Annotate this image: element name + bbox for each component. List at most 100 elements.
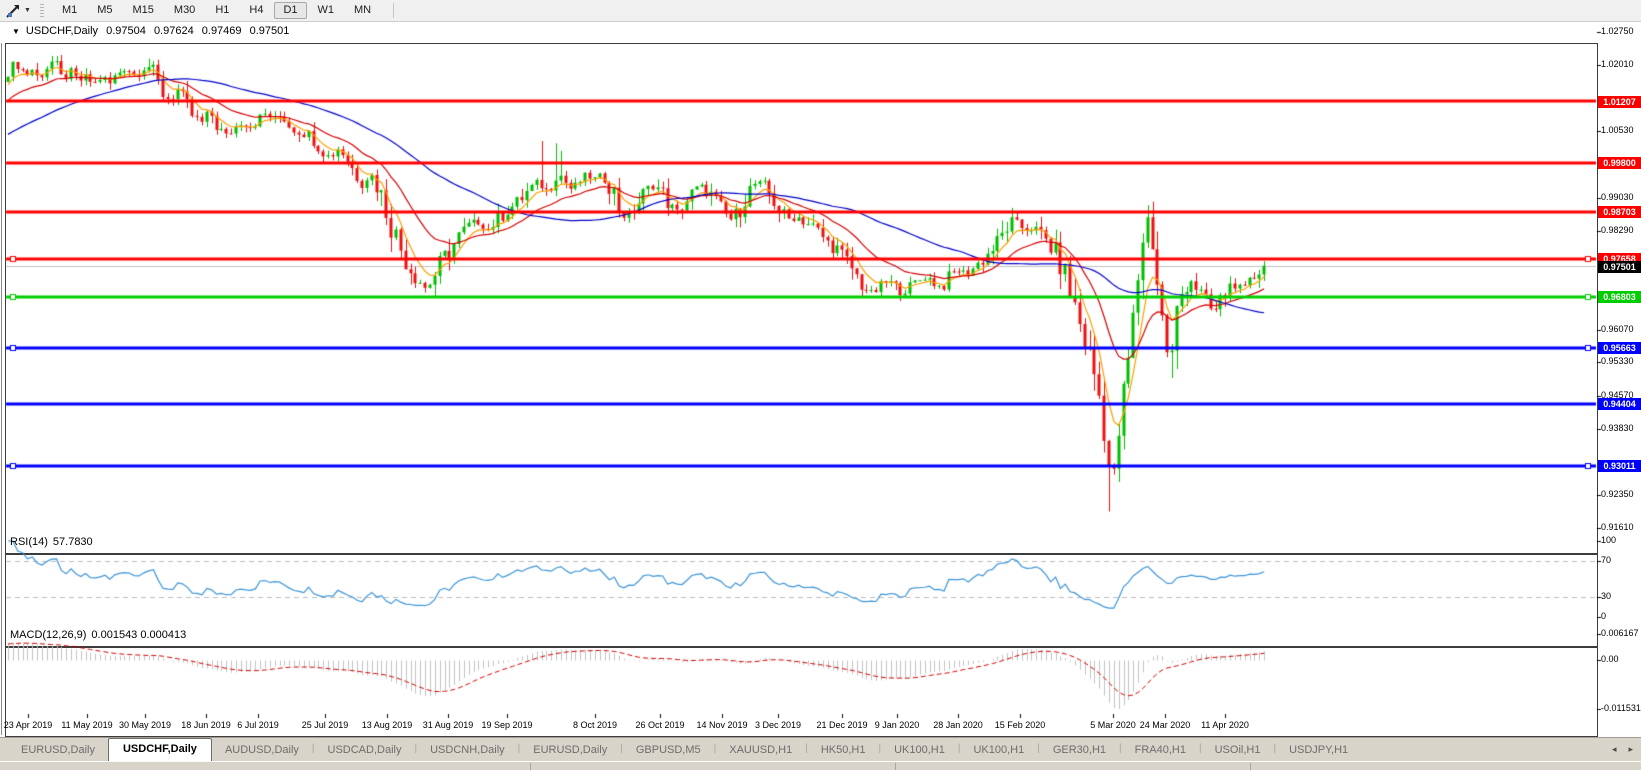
price-line-badge: 0.93011 [1598,460,1641,472]
price-line-badge: 0.98703 [1598,206,1641,218]
date-axis-label: 31 Aug 2019 [422,720,474,730]
date-axis-label: 25 Jul 2019 [301,720,349,730]
date-axis-label: 23 Apr 2019 [3,720,53,730]
rsi-value: 57.7830 [52,536,93,548]
macd-axis-label: -0.011531 [1601,703,1641,713]
date-axis-label: 8 Oct 2019 [572,720,618,730]
tab-scroll-right-icon[interactable]: ▸ [1628,744,1633,755]
chart-tab-xauusd-h1[interactable]: XAUUSD,H1 [716,740,805,761]
symbol-period-label: USDCHF,Daily [25,25,99,37]
chart-tab-bar: EURUSD,Daily USDCHF,Daily AUDUSD,Daily | USD… [0,737,1641,761]
price-axis-label: 0.91610 [1601,522,1634,532]
rsi-axis-label: 30 [1601,591,1612,601]
timeframe-button-d1[interactable]: D1 [274,2,307,19]
price-axis-label: 0.95330 [1601,356,1634,366]
chart-tab-usoil-h1[interactable]: USOil,H1 [1202,740,1274,761]
timeframe-button-h1[interactable]: H1 [206,2,238,19]
date-axis-label: 28 Jan 2020 [933,720,983,730]
ohlc-high: 0.97624 [153,25,194,37]
price-axis-label: 0.98290 [1601,225,1634,235]
top-toolbar: ▼ M1 M5 M15 M30 H1 H4 D1 W1 MN [0,0,1641,22]
toolbar-separator [393,3,395,18]
price-axis-label: 0.93830 [1601,423,1634,433]
date-axis-label: 11 Apr 2020 [1201,720,1249,730]
status-bar [0,761,1641,770]
timeframe-button-group: M1 M5 M15 M30 H1 H4 D1 W1 MN [52,2,381,19]
mt4-window: ▼ M1 M5 M15 M30 H1 H4 D1 W1 MN ▼ USDCHF,Daily 0.9… [0,0,1641,770]
chart-cursor-glyph [6,4,19,18]
timeframe-button-m15[interactable]: M15 [124,2,163,19]
price-axis-label: 1.02750 [1601,26,1634,36]
chart-tab-gbpusd-m5[interactable]: GBPUSD,M5 [623,740,714,761]
price-axis-label: 0.92350 [1601,489,1634,499]
chart-client-area [0,21,1641,770]
chart-tab-fra40-h1[interactable]: FRA40,H1 [1122,740,1199,761]
timeframe-button-m1[interactable]: M1 [53,2,86,19]
macd-label: MACD(12,26,9) 0.001543 0.000413 [10,629,191,641]
timeframe-button-w1[interactable]: W1 [309,2,344,19]
price-line-badge: 0.99800 [1598,157,1641,169]
tab-scroll-arrows: ◂ ▸ [1612,744,1633,755]
timeframe-button-h4[interactable]: H4 [240,2,272,19]
chart-title: ▼ USDCHF,Daily 0.97504 0.97624 0.97469 0.… [12,25,289,37]
macd-axis-label: 0.006167 [1601,628,1639,638]
date-axis-label: 6 Jul 2019 [237,720,279,730]
date-axis-label: 24 Mar 2020 [1139,720,1191,730]
rsi-axis-label: 0 [1601,611,1607,621]
rsi-name: RSI(14) [10,536,48,548]
date-axis-label: 14 Nov 2019 [696,720,748,730]
chart-tab-usdcnh-daily[interactable]: USDCNH,Daily [417,740,518,761]
main-chart-panel[interactable] [5,43,1598,554]
toolbar-grip[interactable] [39,3,44,18]
price-line-badge: 0.95663 [1598,342,1641,354]
price-line-badge: 0.96803 [1598,291,1641,303]
chart-tab-usdcad-daily[interactable]: USDCAD,Daily [315,740,415,761]
price-axis-label: 1.00530 [1601,125,1634,135]
chart-cursor-icon[interactable]: ▼ [4,3,33,19]
ohlc-low: 0.97469 [201,25,242,37]
date-axis-label: 30 May 2019 [118,720,172,730]
status-bar-separator [895,763,896,770]
price-axis-label: 1.02010 [1601,59,1634,69]
caret-down-icon: ▼ [24,7,31,14]
rsi-label: RSI(14) 57.7830 [10,536,98,548]
timeframe-button-m30[interactable]: M30 [165,2,204,19]
ohlc-open: 0.97504 [106,25,146,37]
window-left-edge [1,43,2,735]
caret-down-icon[interactable]: ▼ [12,27,20,36]
date-axis-label: 26 Oct 2019 [635,720,685,730]
chart-tab-hk50-h1[interactable]: HK50,H1 [808,740,879,761]
date-axis-label: 21 Dec 2019 [816,720,868,730]
chart-tab-usdchf-daily[interactable]: USDCHF,Daily [107,738,212,761]
price-axis-label: 0.96070 [1601,324,1634,334]
macd-name: MACD(12,26,9) [10,629,87,641]
price-line-badge: 0.94404 [1598,398,1641,410]
macd-axis-label: 0.00 [1601,654,1619,664]
rsi-axis-label: 100 [1601,535,1617,545]
status-bar-separator [1250,763,1251,770]
chart-tab-eurusd-daily[interactable]: EURUSD,Daily [8,740,108,761]
date-axis-label: 18 Jun 2019 [181,720,231,730]
date-axis-label: 15 Feb 2020 [994,720,1046,730]
tab-scroll-left-icon[interactable]: ◂ [1612,744,1617,755]
rsi-axis-label: 70 [1601,555,1612,565]
date-axis-label: 9 Jan 2020 [874,720,920,730]
chart-tab-audusd-daily[interactable]: AUDUSD,Daily [212,740,312,761]
chart-tab-uk100-h1[interactable]: UK100,H1 [960,740,1037,761]
date-axis-label: 11 May 2019 [61,720,113,730]
macd-values: 0.001543 0.000413 [91,629,187,641]
chart-tab-uk100-h1[interactable]: UK100,H1 [881,740,958,761]
chart-tab-ger30-h1[interactable]: GER30,H1 [1040,740,1119,761]
date-axis-label: 3 Dec 2019 [754,720,802,730]
timeframe-button-m5[interactable]: M5 [88,2,121,19]
date-axis-label: 13 Aug 2019 [361,720,413,730]
price-axis-label: 0.99030 [1601,192,1634,202]
status-bar-separator [530,763,531,770]
chart-tab-eurusd-daily[interactable]: EURUSD,Daily [520,740,620,761]
timeframe-button-mn[interactable]: MN [345,2,380,19]
price-line-badge: 0.97501 [1598,261,1641,273]
rsi-panel[interactable] [5,554,1598,647]
price-line-badge: 1.01207 [1598,96,1641,108]
chart-tab-usdjpy-h1[interactable]: USDJPY,H1 [1276,740,1361,761]
date-axis-label: 5 Mar 2020 [1090,720,1136,730]
